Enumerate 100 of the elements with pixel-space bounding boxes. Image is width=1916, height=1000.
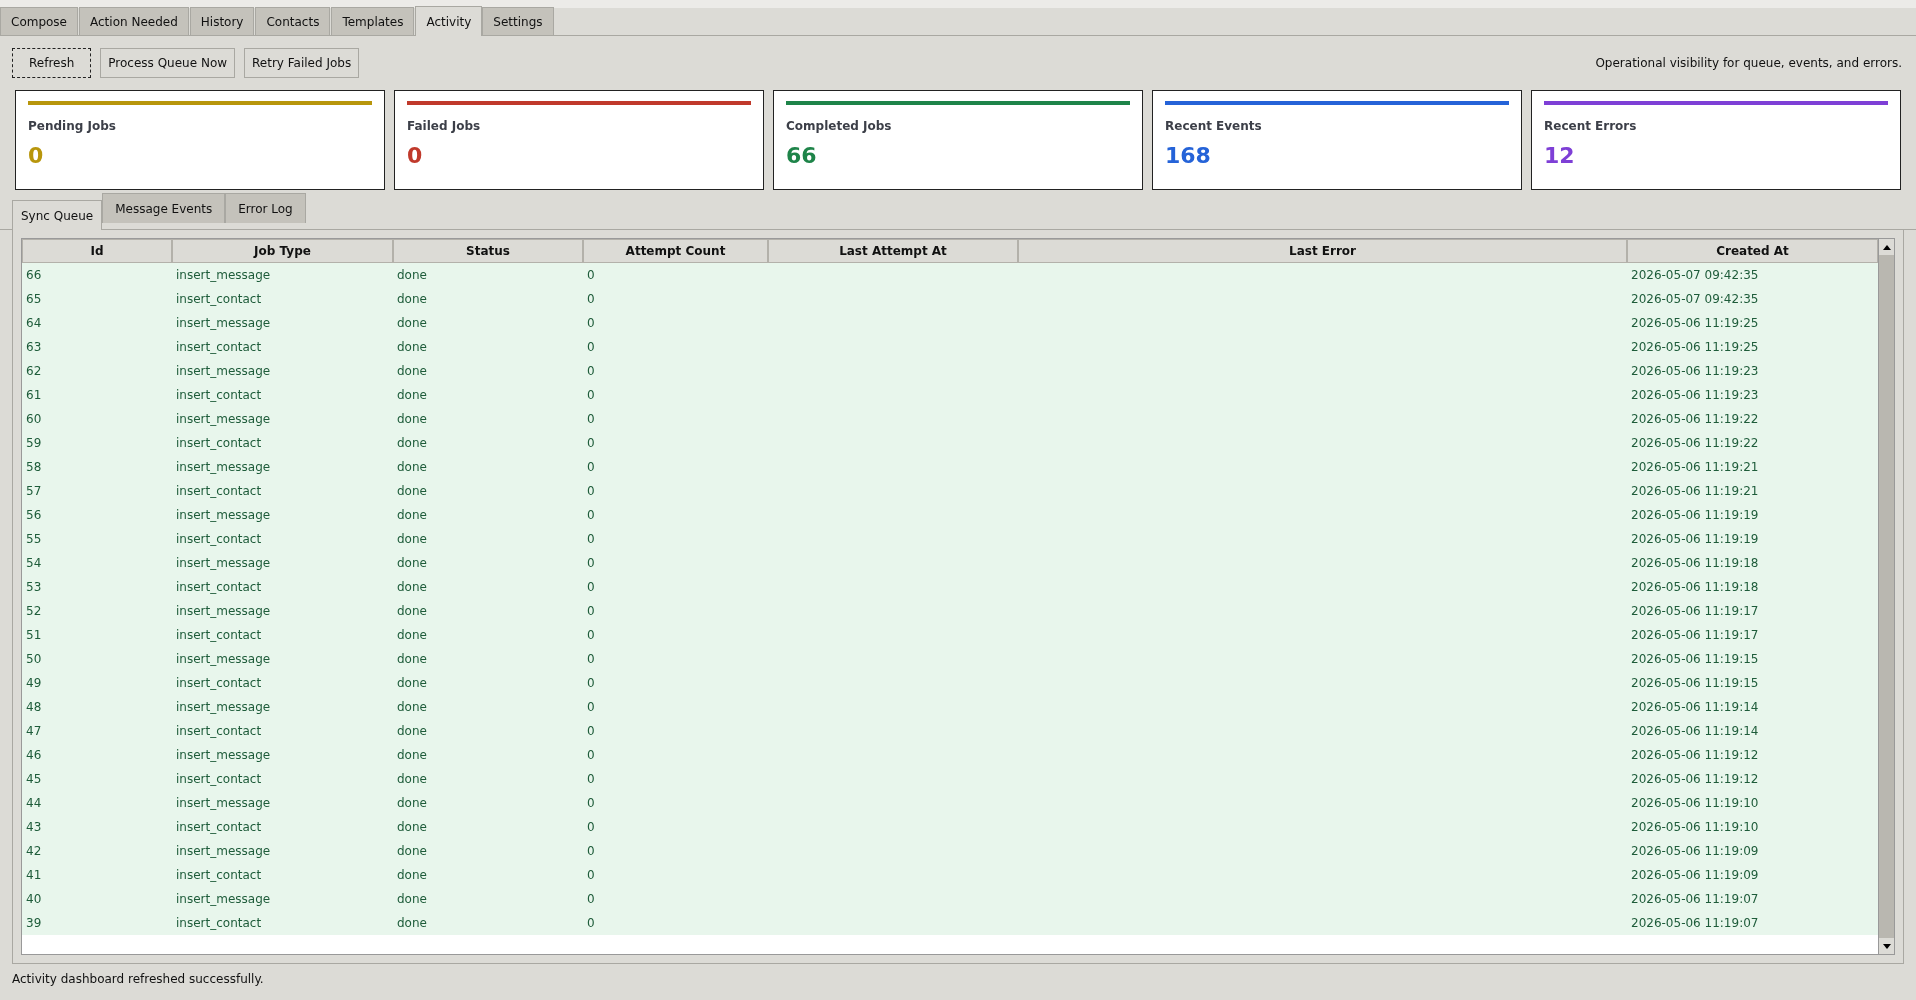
table-cell-text: 2026-05-06 11:19:15 xyxy=(1631,651,1759,668)
table-cell-text: 49 xyxy=(26,675,42,692)
table-row[interactable]: 53 insert_contact done 0 2026-05-06 11:19:18 xyxy=(22,575,1878,599)
main-tab[interactable]: Activity xyxy=(415,6,483,36)
table-row[interactable]: 65 insert_contact done 0 2026-05-07 09:42:35 xyxy=(22,287,1878,311)
table-cell-text: 0 xyxy=(587,843,595,860)
table-row[interactable]: 59 insert_contact done 0 2026-05-06 11:19:22 xyxy=(22,431,1878,455)
table-cell-text: 63 xyxy=(26,339,42,356)
main-tab[interactable]: Compose xyxy=(0,7,78,35)
column-header[interactable]: Last Error xyxy=(1018,239,1627,263)
table-cell-text: done xyxy=(397,339,427,356)
column-header[interactable]: Last Attempt At xyxy=(768,239,1018,263)
table-row[interactable]: 45 insert_contact done 0 2026-05-06 11:19:12 xyxy=(22,767,1878,791)
table-cell-text: 58 xyxy=(26,459,42,476)
table-row[interactable]: 49 insert_contact done 0 2026-05-06 11:19:15 xyxy=(22,671,1878,695)
table-cell-text: insert_contact xyxy=(176,771,262,788)
table-row[interactable]: 62 insert_message done 0 2026-05-06 11:19:23 xyxy=(22,359,1878,383)
caption-text: Operational visibility for queue, events, and errors. xyxy=(1595,55,1902,72)
section-tab[interactable]: Sync Queue xyxy=(12,200,103,230)
table-row[interactable]: 61 insert_contact done 0 2026-05-06 11:19:23 xyxy=(22,383,1878,407)
table-cell-text: insert_message xyxy=(176,795,271,812)
table-cell-text: insert_contact xyxy=(176,339,262,356)
main-tab[interactable]: History xyxy=(189,7,255,35)
table-cell-text: 0 xyxy=(587,411,595,428)
main-tab[interactable]: Contacts xyxy=(255,7,331,35)
table-cell-text: 2026-05-06 11:19:18 xyxy=(1631,555,1759,572)
scroll-up-icon[interactable] xyxy=(1879,239,1894,255)
table-cell-text: 2026-05-06 11:19:14 xyxy=(1631,699,1759,716)
table-cell-text: 66 xyxy=(26,267,42,284)
table-cell-text: 52 xyxy=(26,603,42,620)
table-cell-text: done xyxy=(397,291,427,308)
card-title: Recent Errors xyxy=(1544,118,1638,135)
table-row[interactable]: 40 insert_message done 0 2026-05-06 11:19:07 xyxy=(22,887,1878,911)
scroll-down-icon[interactable] xyxy=(1879,938,1894,954)
table-cell-text: done xyxy=(397,579,427,596)
table-cell-text: done xyxy=(397,627,427,644)
table-row[interactable]: 55 insert_contact done 0 2026-05-06 11:19:19 xyxy=(22,527,1878,551)
table-row[interactable]: 50 insert_message done 0 2026-05-06 11:19:15 xyxy=(22,647,1878,671)
table-cell-text: 64 xyxy=(26,315,42,332)
table-cell-text: insert_message xyxy=(176,411,271,428)
table-row[interactable]: 42 insert_message done 0 2026-05-06 11:19:09 xyxy=(22,839,1878,863)
card-value: 168 xyxy=(1165,145,1212,167)
table-row[interactable]: 48 insert_message done 0 2026-05-06 11:19:14 xyxy=(22,695,1878,719)
table-cell-text: insert_message xyxy=(176,699,271,716)
table-cell-text: 0 xyxy=(587,651,595,668)
table-cell-text: insert_contact xyxy=(176,435,262,452)
toolbar-button[interactable]: Refresh xyxy=(12,48,92,78)
table-cell-text: done xyxy=(397,507,427,524)
table-cell-text: insert_contact xyxy=(176,483,262,500)
table-cell-text: done xyxy=(397,603,427,620)
table-cell-text: 0 xyxy=(587,891,595,908)
table-row[interactable]: 54 insert_message done 0 2026-05-06 11:19:18 xyxy=(22,551,1878,575)
main-tab[interactable]: Settings xyxy=(482,7,554,35)
table-row[interactable]: 60 insert_message done 0 2026-05-06 11:19:22 xyxy=(22,407,1878,431)
table-row[interactable]: 66 insert_message done 0 2026-05-07 09:42:35 xyxy=(22,263,1878,287)
table-cell-text: 0 xyxy=(587,795,595,812)
main-tab[interactable]: Action Needed xyxy=(79,7,189,35)
toolbar-button[interactable]: Retry Failed Jobs xyxy=(244,48,360,78)
table-cell-text: 0 xyxy=(587,819,595,836)
table-cell-text: 0 xyxy=(587,315,595,332)
table-row[interactable]: 43 insert_contact done 0 2026-05-06 11:19:10 xyxy=(22,815,1878,839)
table-cell-text: 0 xyxy=(587,675,595,692)
column-header[interactable]: Created At xyxy=(1627,239,1878,263)
table-cell-text: 0 xyxy=(587,867,595,884)
table-cell-text: done xyxy=(397,747,427,764)
table-cell-text: 0 xyxy=(587,387,595,404)
table-row[interactable]: 41 insert_contact done 0 2026-05-06 11:19:09 xyxy=(22,863,1878,887)
table-cell-text: 59 xyxy=(26,435,42,452)
column-header[interactable]: Job Type xyxy=(172,239,393,263)
toolbar-button[interactable]: Process Queue Now xyxy=(100,48,236,78)
table-row[interactable]: 63 insert_contact done 0 2026-05-06 11:19:25 xyxy=(22,335,1878,359)
table-cell-text: 56 xyxy=(26,507,42,524)
table-cell-text: insert_contact xyxy=(176,531,262,548)
table-row[interactable]: 52 insert_message done 0 2026-05-06 11:19:17 xyxy=(22,599,1878,623)
table-row[interactable]: 44 insert_message done 0 2026-05-06 11:19:10 xyxy=(22,791,1878,815)
main-tab[interactable]: Templates xyxy=(331,7,415,35)
table-row[interactable]: 47 insert_contact done 0 2026-05-06 11:19:14 xyxy=(22,719,1878,743)
table-cell-text: 46 xyxy=(26,747,42,764)
table-cell-text: insert_contact xyxy=(176,579,262,596)
table-row[interactable]: 46 insert_message done 0 2026-05-06 11:19:12 xyxy=(22,743,1878,767)
section-tab[interactable]: Error Log xyxy=(225,193,306,223)
table-row[interactable]: 57 insert_contact done 0 2026-05-06 11:19:21 xyxy=(22,479,1878,503)
table-cell-text: 0 xyxy=(587,915,595,932)
column-header[interactable]: Id xyxy=(22,239,172,263)
column-header[interactable]: Status xyxy=(393,239,583,263)
table-row[interactable]: 64 insert_message done 0 2026-05-06 11:19:25 xyxy=(22,311,1878,335)
table-row[interactable]: 56 insert_message done 0 2026-05-06 11:19:19 xyxy=(22,503,1878,527)
table-cell-text: done xyxy=(397,843,427,860)
table-row[interactable]: 39 insert_contact done 0 2026-05-06 11:19:07 xyxy=(22,911,1878,935)
table-row[interactable]: 51 insert_contact done 0 2026-05-06 11:19:17 xyxy=(22,623,1878,647)
column-header[interactable]: Attempt Count xyxy=(583,239,768,263)
section-tab[interactable]: Message Events xyxy=(102,193,226,223)
scrollbar[interactable] xyxy=(1878,239,1894,954)
table-row[interactable]: 58 insert_message done 0 2026-05-06 11:19:21 xyxy=(22,455,1878,479)
table-cell-text: done xyxy=(397,651,427,668)
table-cell-text: 0 xyxy=(587,555,595,572)
table-cell-text: 57 xyxy=(26,483,42,500)
table-cell-text: 0 xyxy=(587,267,595,284)
table-cell-text: done xyxy=(397,891,427,908)
card-value: 0 xyxy=(28,145,45,167)
